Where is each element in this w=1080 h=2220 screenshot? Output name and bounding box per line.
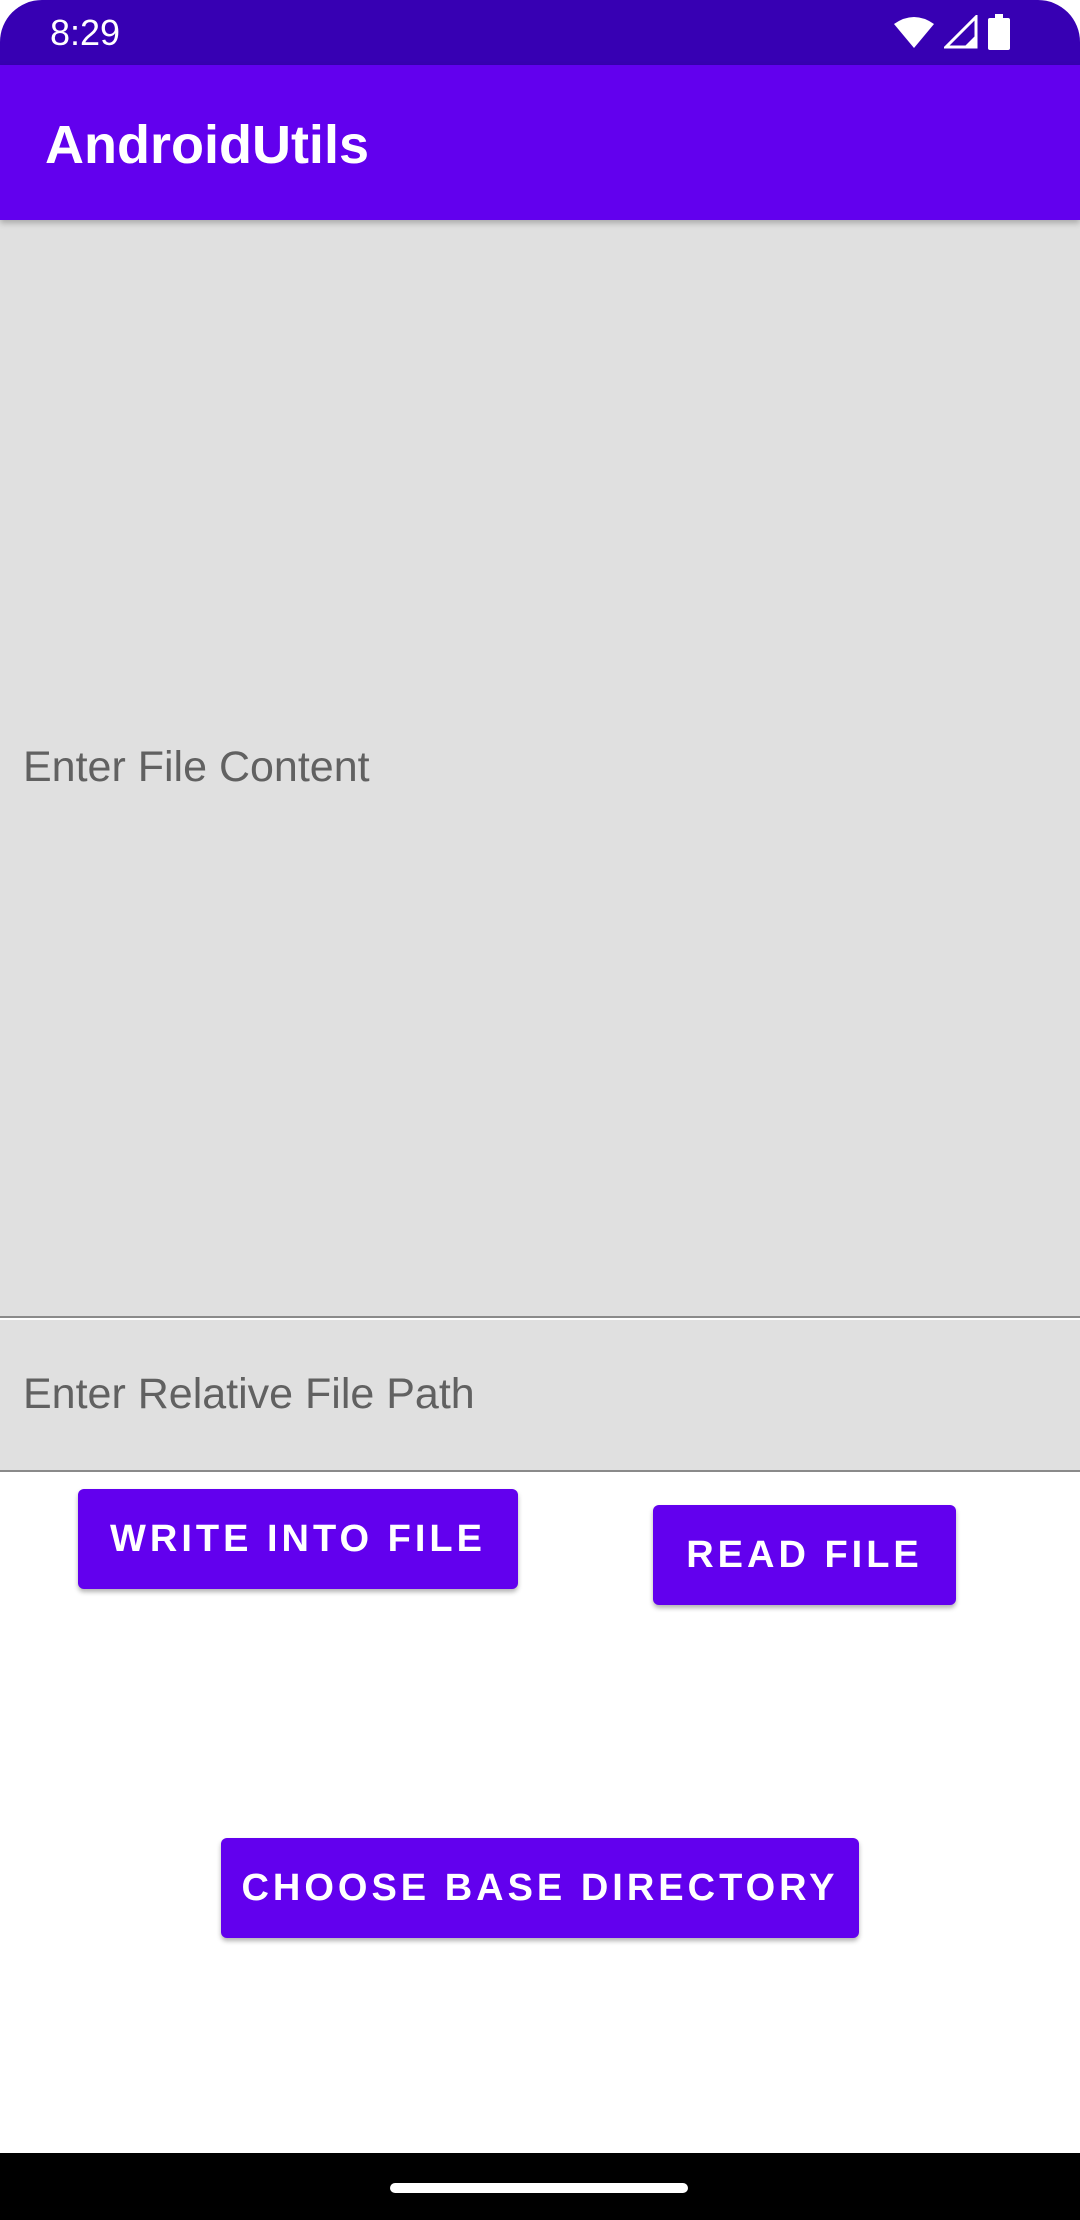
status-time: 8:29 xyxy=(50,12,121,53)
wifi-icon xyxy=(894,16,934,53)
app-bar: AndroidUtils xyxy=(0,65,1080,220)
read-file-button[interactable]: READ FILE xyxy=(653,1505,956,1605)
file-content-input[interactable]: Enter File Content xyxy=(0,220,1080,1318)
home-handle[interactable] xyxy=(390,2183,688,2193)
status-icons xyxy=(894,12,1010,55)
relative-file-path-hint: Enter Relative File Path xyxy=(23,1370,475,1418)
app-title: AndroidUtils xyxy=(45,115,369,175)
relative-file-path-input[interactable]: Enter Relative File Path xyxy=(0,1320,1080,1472)
navigation-bar xyxy=(0,2153,1080,2220)
choose-base-directory-button[interactable]: CHOOSE BASE DIRECTORY xyxy=(221,1838,859,1938)
file-content-hint: Enter File Content xyxy=(23,743,370,791)
cellular-signal-icon xyxy=(942,12,978,54)
battery-icon xyxy=(988,13,1010,55)
status-bar: 8:29 xyxy=(0,0,1080,65)
write-into-file-button[interactable]: WRITE INTO FILE xyxy=(78,1489,518,1589)
